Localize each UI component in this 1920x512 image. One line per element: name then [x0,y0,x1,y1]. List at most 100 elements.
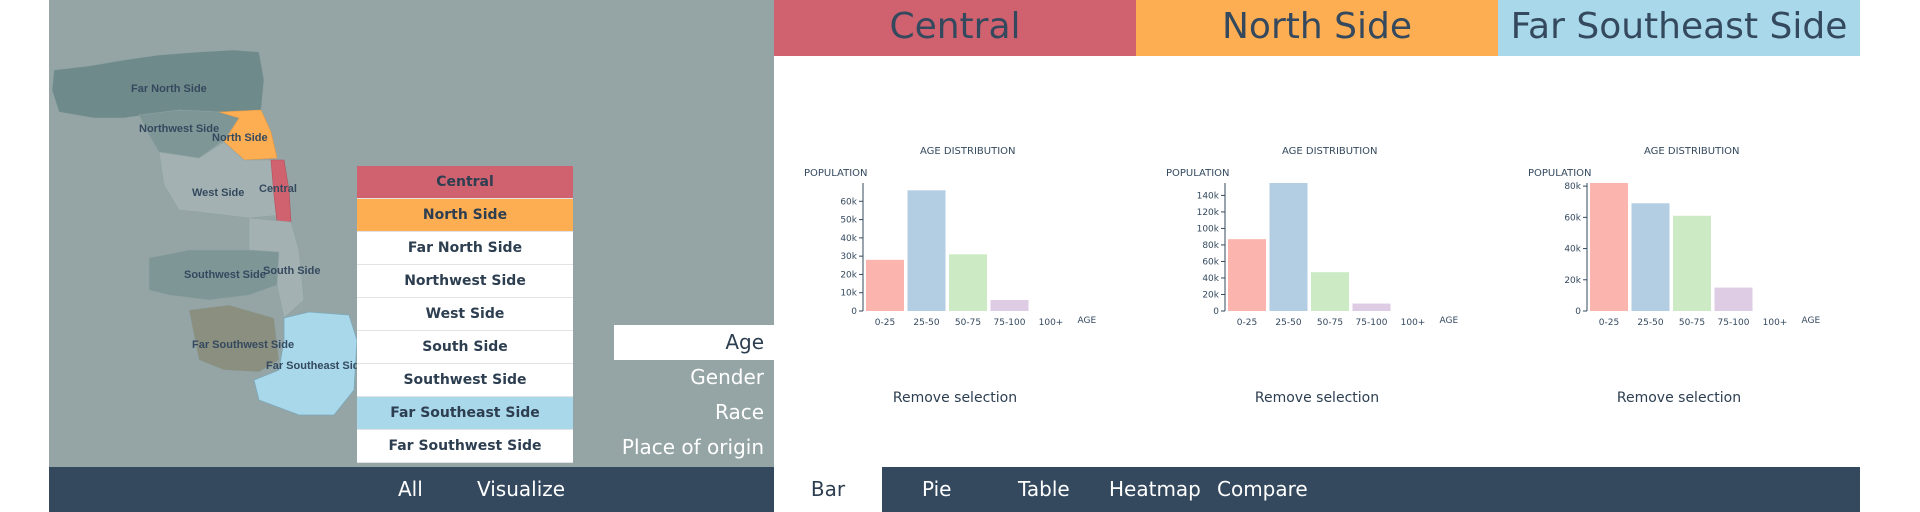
bar [949,254,987,311]
attribute-menu: Age Gender Race Place of origin [614,325,774,465]
region-item-south-side[interactable]: South Side [357,331,573,364]
age-distribution-chart-north-side: AGE DISTRIBUTION POPULATION 0 20k 40k 60k 80k 1… [1166,146,1459,328]
y-tick-label: 40k [1564,245,1581,255]
y-tick-label: 80k [1202,241,1219,251]
map-label-south-side: South Side [263,265,320,277]
remove-selection-far-southeast-side[interactable]: Remove selection [1499,390,1859,406]
bar [1311,272,1349,311]
y-tick-label: 60k [1202,257,1219,267]
y-tick-label: 60k [840,197,857,207]
y-tick-label: 100k [1197,224,1220,234]
y-tick-label: 30k [840,252,857,262]
column-title: North Side [1222,6,1412,47]
region-item-label: West Side [425,306,505,322]
region-item-label: Northwest Side [404,273,526,289]
attribute-place-of-origin[interactable]: Place of origin [614,430,774,465]
y-tick-label: 20k [840,270,857,280]
x-tick-label: 75-100 [1718,318,1750,328]
x-tick-label: 75-100 [1356,318,1388,328]
map-label-far-southeast-side: Far Southeast Side [266,360,366,372]
column-title: Far Southeast Side [1510,6,1848,47]
map-label-central: Central [259,183,297,195]
y-tick-label: 0 [1575,307,1581,317]
bar [1269,183,1308,311]
map-label-far-southwest-side: Far Southwest Side [192,339,294,351]
bar [1673,215,1711,311]
all-button[interactable]: All [398,467,423,512]
y-tick-label: 0 [1213,307,1219,317]
x-tick-label: 50-75 [1317,318,1343,328]
region-item-west-side[interactable]: West Side [357,298,573,331]
bar [1590,183,1628,311]
tab-heatmap[interactable]: Heatmap [1109,467,1201,512]
chart-title: AGE DISTRIBUTION [1282,146,1378,157]
y-tick-label: 0 [851,307,857,317]
chart-title: AGE DISTRIBUTION [1644,146,1740,157]
region-item-far-southeast-side[interactable]: Far Southeast Side [357,397,573,430]
map-label-far-north-side: Far North Side [131,83,207,95]
region-list: Central North Side Far North Side Northw… [357,166,573,463]
region-item-northwest-side[interactable]: Northwest Side [357,265,573,298]
region-item-label: Far Southeast Side [390,405,540,421]
x-axis-label: AGE [1802,316,1821,326]
y-tick-label: 50k [840,216,857,226]
attribute-age[interactable]: Age [614,325,774,360]
tab-table[interactable]: Table [1018,467,1070,512]
tab-bar[interactable]: Bar [774,467,882,512]
tab-compare[interactable]: Compare [1217,467,1308,512]
region-item-far-southwest-side[interactable]: Far Southwest Side [357,430,573,463]
remove-selection-north-side[interactable]: Remove selection [1137,390,1497,406]
column-header-central: Central [774,0,1136,56]
region-item-southwest-side[interactable]: Southwest Side [357,364,573,397]
x-axis-label: AGE [1078,316,1097,326]
left-nav-bar: All Visualize [49,467,774,512]
map-label-southwest-side: Southwest Side [184,269,266,281]
y-tick-label: 140k [1197,191,1220,201]
attribute-gender[interactable]: Gender [614,360,774,395]
y-tick-label: 60k [1564,213,1581,223]
y-tick-label: 80k [1564,182,1581,192]
y-axis-label: POPULATION [1166,168,1230,179]
chart-type-nav: Bar Pie Table Heatmap Compare [774,467,1860,512]
y-tick-label: 40k [1202,274,1219,284]
map-label-north-side: North Side [212,132,268,144]
x-tick-label: 100+ [1763,318,1788,328]
chart-title: AGE DISTRIBUTION [920,146,1016,157]
region-item-label: Southwest Side [403,372,527,388]
map-label-west-side: West Side [192,187,244,199]
bar [990,300,1029,311]
bar [866,259,904,311]
y-tick-label: 20k [1564,276,1581,286]
region-item-label: Central [436,174,494,190]
column-title: Central [889,6,1021,47]
x-tick-label: 25-50 [913,318,939,328]
remove-selection-central[interactable]: Remove selection [775,390,1135,406]
bar [1228,239,1266,311]
x-tick-label: 0-25 [875,318,895,328]
bar [1631,203,1670,311]
column-header-north-side: North Side [1136,0,1498,56]
region-item-north-side[interactable]: North Side [357,199,573,232]
region-item-central[interactable]: Central [357,166,573,199]
x-axis-label: AGE [1440,316,1459,326]
x-tick-label: 50-75 [955,318,981,328]
x-tick-label: 75-100 [994,318,1026,328]
y-tick-label: 120k [1197,208,1220,218]
tab-pie[interactable]: Pie [922,467,951,512]
map-label-northwest-side: Northwest Side [139,123,219,135]
bar [1714,287,1753,311]
x-tick-label: 100+ [1039,318,1064,328]
region-item-far-north-side[interactable]: Far North Side [357,232,573,265]
visualize-button[interactable]: Visualize [477,467,565,512]
y-axis-label: POPULATION [804,168,868,179]
x-tick-label: 100+ [1401,318,1426,328]
bar [1352,303,1391,311]
attribute-race[interactable]: Race [614,395,774,430]
age-distribution-chart-far-southeast-side: AGE DISTRIBUTION POPULATION 0 20k 40k 60k 80k 0… [1528,146,1821,328]
y-tick-label: 10k [840,289,857,299]
age-distribution-chart-central: AGE DISTRIBUTION POPULATION 0 10k 20k 30k 40k 5… [804,146,1097,328]
x-tick-label: 0-25 [1599,318,1619,328]
region-item-label: Far Southwest Side [388,438,542,454]
column-header-far-southeast-side: Far Southeast Side [1498,0,1860,56]
y-tick-label: 40k [840,234,857,244]
